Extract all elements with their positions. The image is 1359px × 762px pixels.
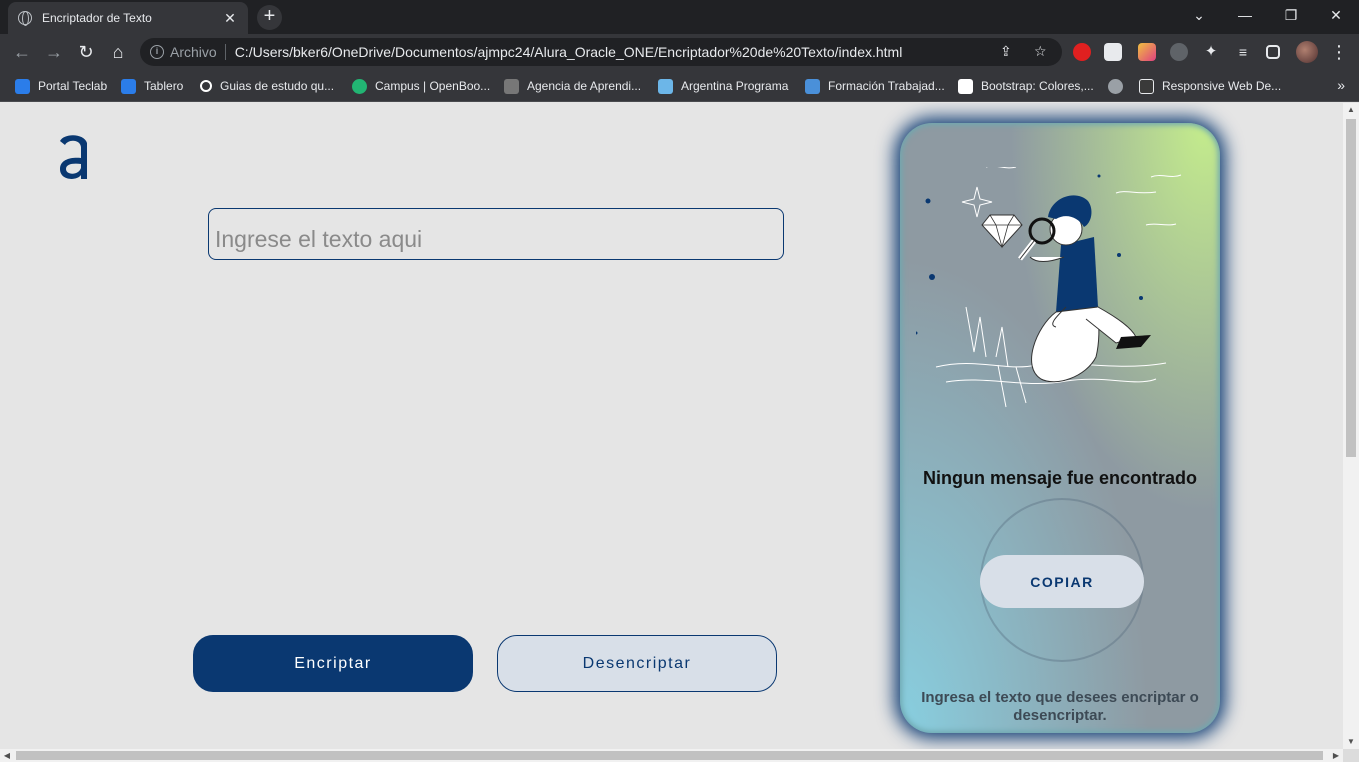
page-content: Encriptar Desencriptar bbox=[0, 103, 1343, 749]
panel-title: Ningun mensaje fue encontrado bbox=[922, 468, 1198, 488]
bookmark-bootstrap-colores[interactable]: Bootstrap: Colores,... bbox=[958, 76, 1094, 96]
bookmark-label: Responsive Web De... bbox=[1162, 79, 1282, 93]
tab-active[interactable]: Encriptador de Texto ✕ bbox=[8, 2, 248, 34]
browser-menu-icon[interactable]: ⋮ bbox=[1325, 38, 1353, 66]
bookmark-favicon-icon bbox=[15, 78, 30, 94]
bookmark-label: Bootstrap: Colores,... bbox=[981, 79, 1094, 93]
extension-badge-icon[interactable] bbox=[1104, 43, 1122, 61]
tab-strip: Encriptador de Texto ✕ + ⌄ — ❐ ✕ bbox=[0, 0, 1359, 34]
bookmark-label: Portal Teclab bbox=[38, 79, 108, 93]
bookmark-favicon-icon bbox=[504, 78, 519, 94]
bookmark-tablero[interactable]: Tablero bbox=[121, 76, 183, 96]
minimize-button[interactable]: — bbox=[1222, 0, 1268, 30]
encrypt-button[interactable]: Encriptar bbox=[193, 635, 473, 692]
scrollbar-corner bbox=[1343, 749, 1359, 762]
globe-icon bbox=[18, 11, 32, 26]
scroll-up-icon[interactable]: ▲ bbox=[1343, 103, 1359, 117]
address-bar[interactable]: i Archivo C:/Users/bker6/OneDrive/Docume… bbox=[140, 38, 1062, 66]
bookmark-label: Formación Trabajad... bbox=[828, 79, 945, 93]
reading-list-icon[interactable]: ≡ bbox=[1234, 43, 1252, 61]
bookmark-responsive-web[interactable]: Responsive Web De... bbox=[1139, 76, 1281, 96]
vertical-scroll-thumb[interactable] bbox=[1346, 119, 1356, 457]
window-close-button[interactable]: ✕ bbox=[1313, 0, 1359, 30]
bookmark-favicon-icon bbox=[121, 78, 136, 94]
globe-icon bbox=[1108, 78, 1123, 94]
back-button[interactable]: ← bbox=[8, 38, 36, 66]
forward-button[interactable]: → bbox=[40, 38, 68, 66]
bookmark-portal-teclab[interactable]: Portal Teclab bbox=[15, 76, 107, 96]
panel-subtitle: Ingresa el texto que desees encriptar o … bbox=[921, 689, 1199, 724]
bookmark-favicon-icon bbox=[658, 78, 673, 94]
side-panel-icon[interactable] bbox=[1266, 45, 1280, 59]
bookmark-argentina-programa[interactable]: Argentina Programa bbox=[658, 76, 788, 96]
restore-button[interactable]: ❐ bbox=[1268, 0, 1314, 30]
address-separator bbox=[224, 44, 226, 60]
bookmark-favicon-icon bbox=[1139, 78, 1154, 94]
output-panel: Ningun mensaje fue encontrado COPIAR Ing… bbox=[900, 123, 1220, 733]
scroll-right-icon[interactable]: ▶ bbox=[1329, 749, 1343, 762]
bookmarks-overflow-icon[interactable]: » bbox=[1337, 77, 1345, 93]
scroll-left-icon[interactable]: ◀ bbox=[0, 749, 14, 762]
tab-close-icon[interactable]: ✕ bbox=[222, 10, 238, 27]
bookmark-favicon-icon bbox=[352, 78, 367, 94]
extensions-puzzle-icon[interactable]: ✦ bbox=[1202, 43, 1220, 61]
info-icon[interactable]: i bbox=[150, 45, 164, 59]
bookmark-guias-estudo[interactable]: Guias de estudo qu... bbox=[200, 76, 334, 96]
tab-title: Encriptador de Texto bbox=[42, 11, 152, 25]
bookmark-favicon-icon bbox=[805, 78, 820, 94]
vertical-scrollbar[interactable]: ▲ ▼ bbox=[1343, 103, 1359, 749]
decrypt-button[interactable]: Desencriptar bbox=[497, 635, 777, 692]
bookmark-label: Campus | OpenBoo... bbox=[375, 79, 491, 93]
copy-button[interactable]: COPIAR bbox=[980, 555, 1144, 608]
extension-clock-icon[interactable] bbox=[1170, 43, 1188, 61]
bookmark-label: Guias de estudo qu... bbox=[220, 79, 335, 93]
profile-avatar[interactable] bbox=[1296, 41, 1318, 63]
scroll-down-icon[interactable]: ▼ bbox=[1343, 735, 1359, 749]
extension-pencil-icon[interactable] bbox=[1138, 43, 1156, 61]
tab-search-icon[interactable]: ⌄ bbox=[1176, 0, 1222, 30]
bookmark-globe[interactable] bbox=[1108, 76, 1131, 96]
reload-button[interactable]: ↻ bbox=[72, 38, 100, 66]
bookmark-label: Agencia de Aprendi... bbox=[527, 79, 642, 93]
extension-shield-icon[interactable] bbox=[1073, 43, 1091, 61]
bookmark-campus-openboo[interactable]: Campus | OpenBoo... bbox=[352, 76, 490, 96]
browser-toolbar: ← → ↻ ⌂ i Archivo C:/Users/bker6/OneDriv… bbox=[0, 34, 1359, 70]
bookmarks-bar: Portal Teclab Tablero Guias de estudo qu… bbox=[0, 70, 1359, 102]
text-input[interactable] bbox=[208, 208, 784, 260]
share-icon[interactable]: ⇪ bbox=[1000, 43, 1012, 60]
bookmark-label: Argentina Programa bbox=[681, 79, 789, 93]
bookmark-label: Tablero bbox=[144, 79, 184, 93]
bookmark-favicon-icon bbox=[200, 80, 212, 92]
bookmark-agencia-aprendizaje[interactable]: Agencia de Aprendi... bbox=[504, 76, 641, 96]
horizontal-scrollbar[interactable]: ◀ ▶ bbox=[0, 749, 1343, 762]
horizontal-scroll-thumb[interactable] bbox=[16, 751, 1323, 760]
bookmark-formacion-trabajo[interactable]: Formación Trabajad... bbox=[805, 76, 945, 96]
address-url[interactable]: C:/Users/bker6/OneDrive/Documentos/ajmpc… bbox=[235, 44, 903, 60]
person-with-magnifier-illustration bbox=[916, 167, 1182, 408]
home-button[interactable]: ⌂ bbox=[104, 38, 132, 66]
alura-logo-icon[interactable] bbox=[56, 131, 92, 181]
bookmark-favicon-icon bbox=[958, 78, 973, 94]
bookmark-star-icon[interactable]: ☆ bbox=[1034, 43, 1047, 60]
address-scheme-label: Archivo bbox=[170, 44, 217, 60]
new-tab-button[interactable]: + bbox=[257, 5, 282, 30]
